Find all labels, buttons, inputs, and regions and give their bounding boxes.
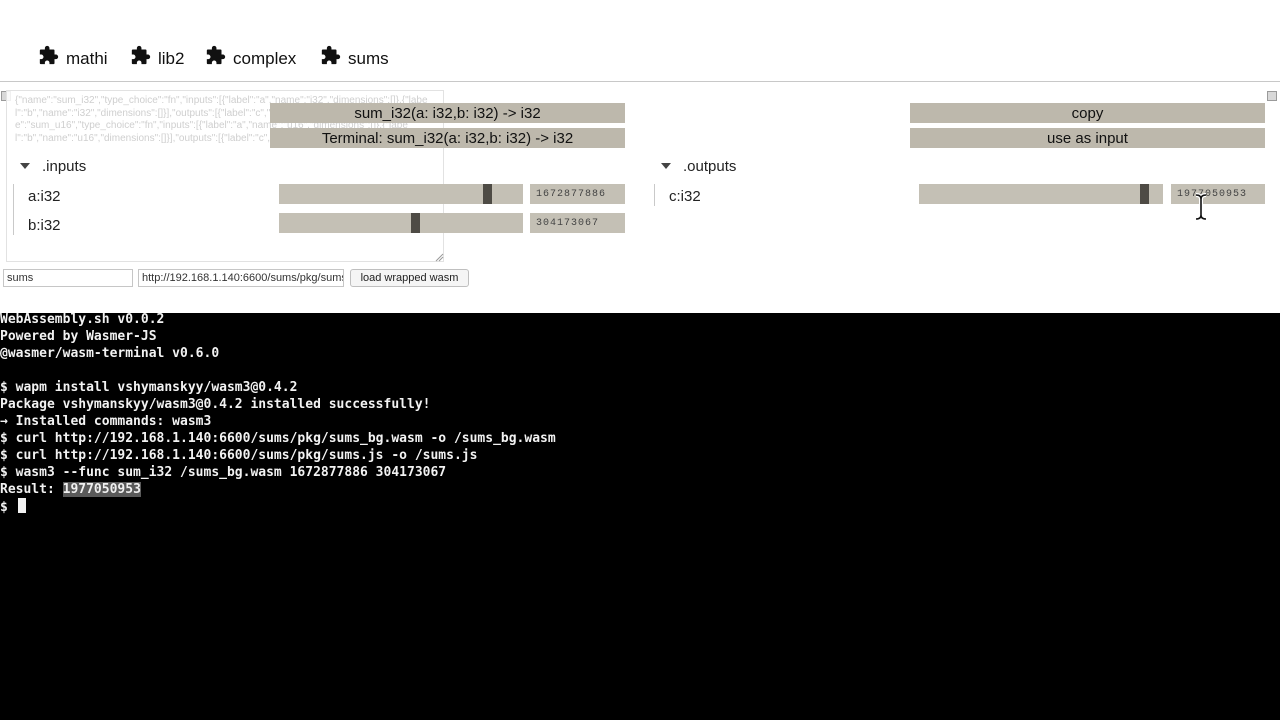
panel-toggle-right[interactable] [1267,91,1277,101]
resize-grip-icon[interactable] [434,252,444,262]
input-b-slider[interactable] [279,213,523,233]
inputs-section-label: .inputs [42,157,87,175]
terminal[interactable]: WebAssembly.sh v0.0.2 Powered by Wasmer-… [0,312,1280,720]
tab-sums[interactable]: sums [320,44,389,74]
tab-complex[interactable]: complex [205,44,296,74]
collapse-triangle-icon [20,163,30,169]
input-a-value[interactable]: 1672877886 [530,184,625,204]
text-cursor-icon [1195,193,1207,221]
tab-lib2[interactable]: lib2 [130,44,184,74]
terminal-result-line: Result: 1977050953 [0,481,141,498]
load-wrapped-wasm-button[interactable]: load wrapped wasm [350,269,469,287]
puzzle-icon [206,45,226,65]
module-name-input[interactable]: sums [3,269,133,287]
outputs-section-header[interactable]: .outputs [661,156,736,176]
tab-label: complex [233,49,297,68]
output-c-slider[interactable] [919,184,1163,204]
terminal-prompt-line[interactable]: $ [0,498,26,515]
puzzle-icon [131,45,151,65]
terminal-line: @wasmer/wasm-terminal v0.6.0 [0,346,220,361]
inputs-section-header[interactable]: .inputs [20,156,86,176]
prompt-symbol: $ [0,500,16,515]
input-b-value[interactable]: 304173067 [530,213,625,233]
tab-label: mathi [66,49,108,68]
use-as-input-button[interactable]: use as input [910,128,1265,148]
terminal-line: WebAssembly.sh v0.0.2 [0,312,165,327]
output-c-value[interactable]: 1977050953 [1171,184,1265,204]
slider-thumb[interactable] [1140,184,1149,204]
slider-thumb[interactable] [411,213,420,233]
tab-label: lib2 [158,49,185,68]
terminal-line: $ curl http://192.168.1.140:6600/sums/pk… [0,448,478,463]
function-signature-bar: sum_i32(a: i32,b: i32) -> i32 [270,103,625,123]
tab-mathi[interactable]: mathi [38,44,108,74]
result-label: Result: [0,482,63,497]
result-value-selected[interactable]: 1977050953 [62,482,141,497]
module-tab-bar: mathi lib2 complex sums [0,0,1280,82]
terminal-line: $ wasm3 --func sum_i32 /sums_bg.wasm 167… [0,465,447,480]
puzzle-icon [39,45,59,65]
terminal-line: $ curl http://192.168.1.140:6600/sums/pk… [0,431,556,446]
input-b-label: b:i32 [28,217,61,234]
input-a-slider[interactable] [279,184,523,204]
copy-button[interactable]: copy [910,103,1265,123]
input-a-label: a:i32 [28,188,61,205]
collapse-triangle-icon [661,163,671,169]
outputs-section-label: .outputs [683,157,737,175]
output-c-label: c:i32 [669,188,701,205]
terminal-line: Powered by Wasmer-JS [0,329,157,344]
tab-label: sums [348,49,389,68]
terminal-line: $ wapm install vshymanskyy/wasm3@0.4.2 [0,380,298,395]
slider-thumb[interactable] [483,184,492,204]
outputs-divider [654,184,655,206]
wasm-url-input[interactable]: http://192.168.1.140:6600/sums/pkg/sums_… [138,269,344,287]
terminal-cursor [17,498,26,513]
terminal-line: → Installed commands: wasm3 [0,414,212,429]
terminal-signature-bar[interactable]: Terminal: sum_i32(a: i32,b: i32) -> i32 [270,128,625,148]
puzzle-icon [321,45,341,65]
inputs-divider [13,184,14,235]
terminal-line: Package vshymanskyy/wasm3@0.4.2 installe… [0,397,431,412]
